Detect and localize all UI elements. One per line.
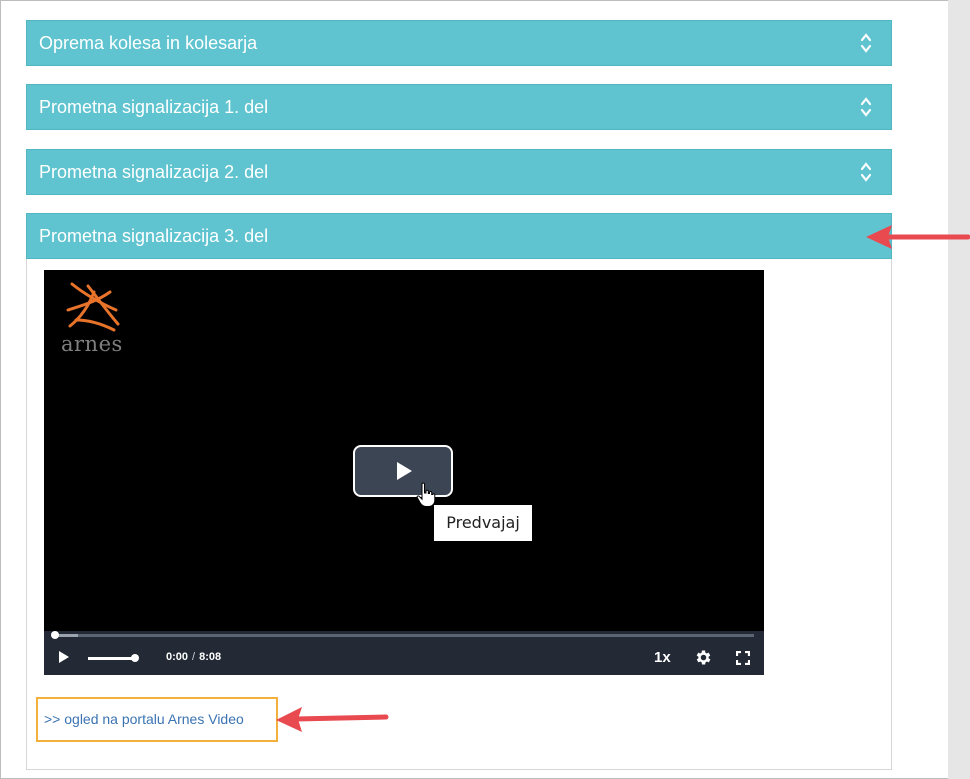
- accordion-header-signalizacija-1[interactable]: Prometna signalizacija 1. del: [26, 84, 892, 130]
- accordion-header-signalizacija-2[interactable]: Prometna signalizacija 2. del: [26, 149, 892, 195]
- chevron-up-down-icon: [860, 33, 872, 53]
- fullscreen-icon[interactable]: [736, 651, 750, 665]
- play-icon: [397, 462, 412, 480]
- chevron-up-down-icon: [860, 97, 872, 117]
- annotation-arrow-icon: [866, 225, 970, 249]
- play-icon[interactable]: [58, 650, 70, 664]
- accordion-header-label: Prometna signalizacija 3. del: [39, 226, 269, 246]
- annotation-arrow-icon: [276, 707, 389, 732]
- progress-knob[interactable]: [51, 631, 59, 639]
- time-separator: /: [192, 651, 196, 663]
- video-control-bar: 0:00/8:08 1x: [44, 631, 764, 675]
- accordion-header-label: Prometna signalizacija 2. del: [39, 162, 269, 182]
- time-display: 0:00/8:08: [166, 651, 221, 663]
- playback-speed-button[interactable]: 1x: [654, 649, 671, 666]
- big-play-button[interactable]: [353, 445, 453, 497]
- current-time: 0:00: [166, 651, 189, 663]
- video-player[interactable]: arnes Predvajaj 0:00/8:08 1x: [44, 270, 764, 675]
- play-tooltip: Predvajaj: [434, 505, 532, 541]
- chevron-up-down-icon: [860, 162, 872, 182]
- accordion-header-label: Oprema kolesa in kolesarja: [39, 33, 258, 53]
- accordion-header-label: Prometna signalizacija 1. del: [39, 97, 269, 117]
- gear-icon[interactable]: [694, 648, 713, 667]
- volume-slider[interactable]: [88, 657, 136, 660]
- portal-link-highlight: >> ogled na portalu Arnes Video: [36, 697, 278, 742]
- cursor-hand-icon: [416, 482, 436, 507]
- accordion-header-oprema-kolesa[interactable]: Oprema kolesa in kolesarja: [26, 20, 892, 66]
- arnes-video-portal-link[interactable]: >> ogled na portalu Arnes Video: [44, 711, 244, 727]
- progress-bar[interactable]: [54, 634, 754, 637]
- volume-knob[interactable]: [131, 654, 139, 662]
- duration: 8:08: [199, 651, 222, 663]
- accordion-header-signalizacija-3[interactable]: Prometna signalizacija 3. del: [26, 213, 892, 259]
- scrollbar-gutter[interactable]: [948, 0, 970, 779]
- logo-text: arnes: [61, 332, 123, 356]
